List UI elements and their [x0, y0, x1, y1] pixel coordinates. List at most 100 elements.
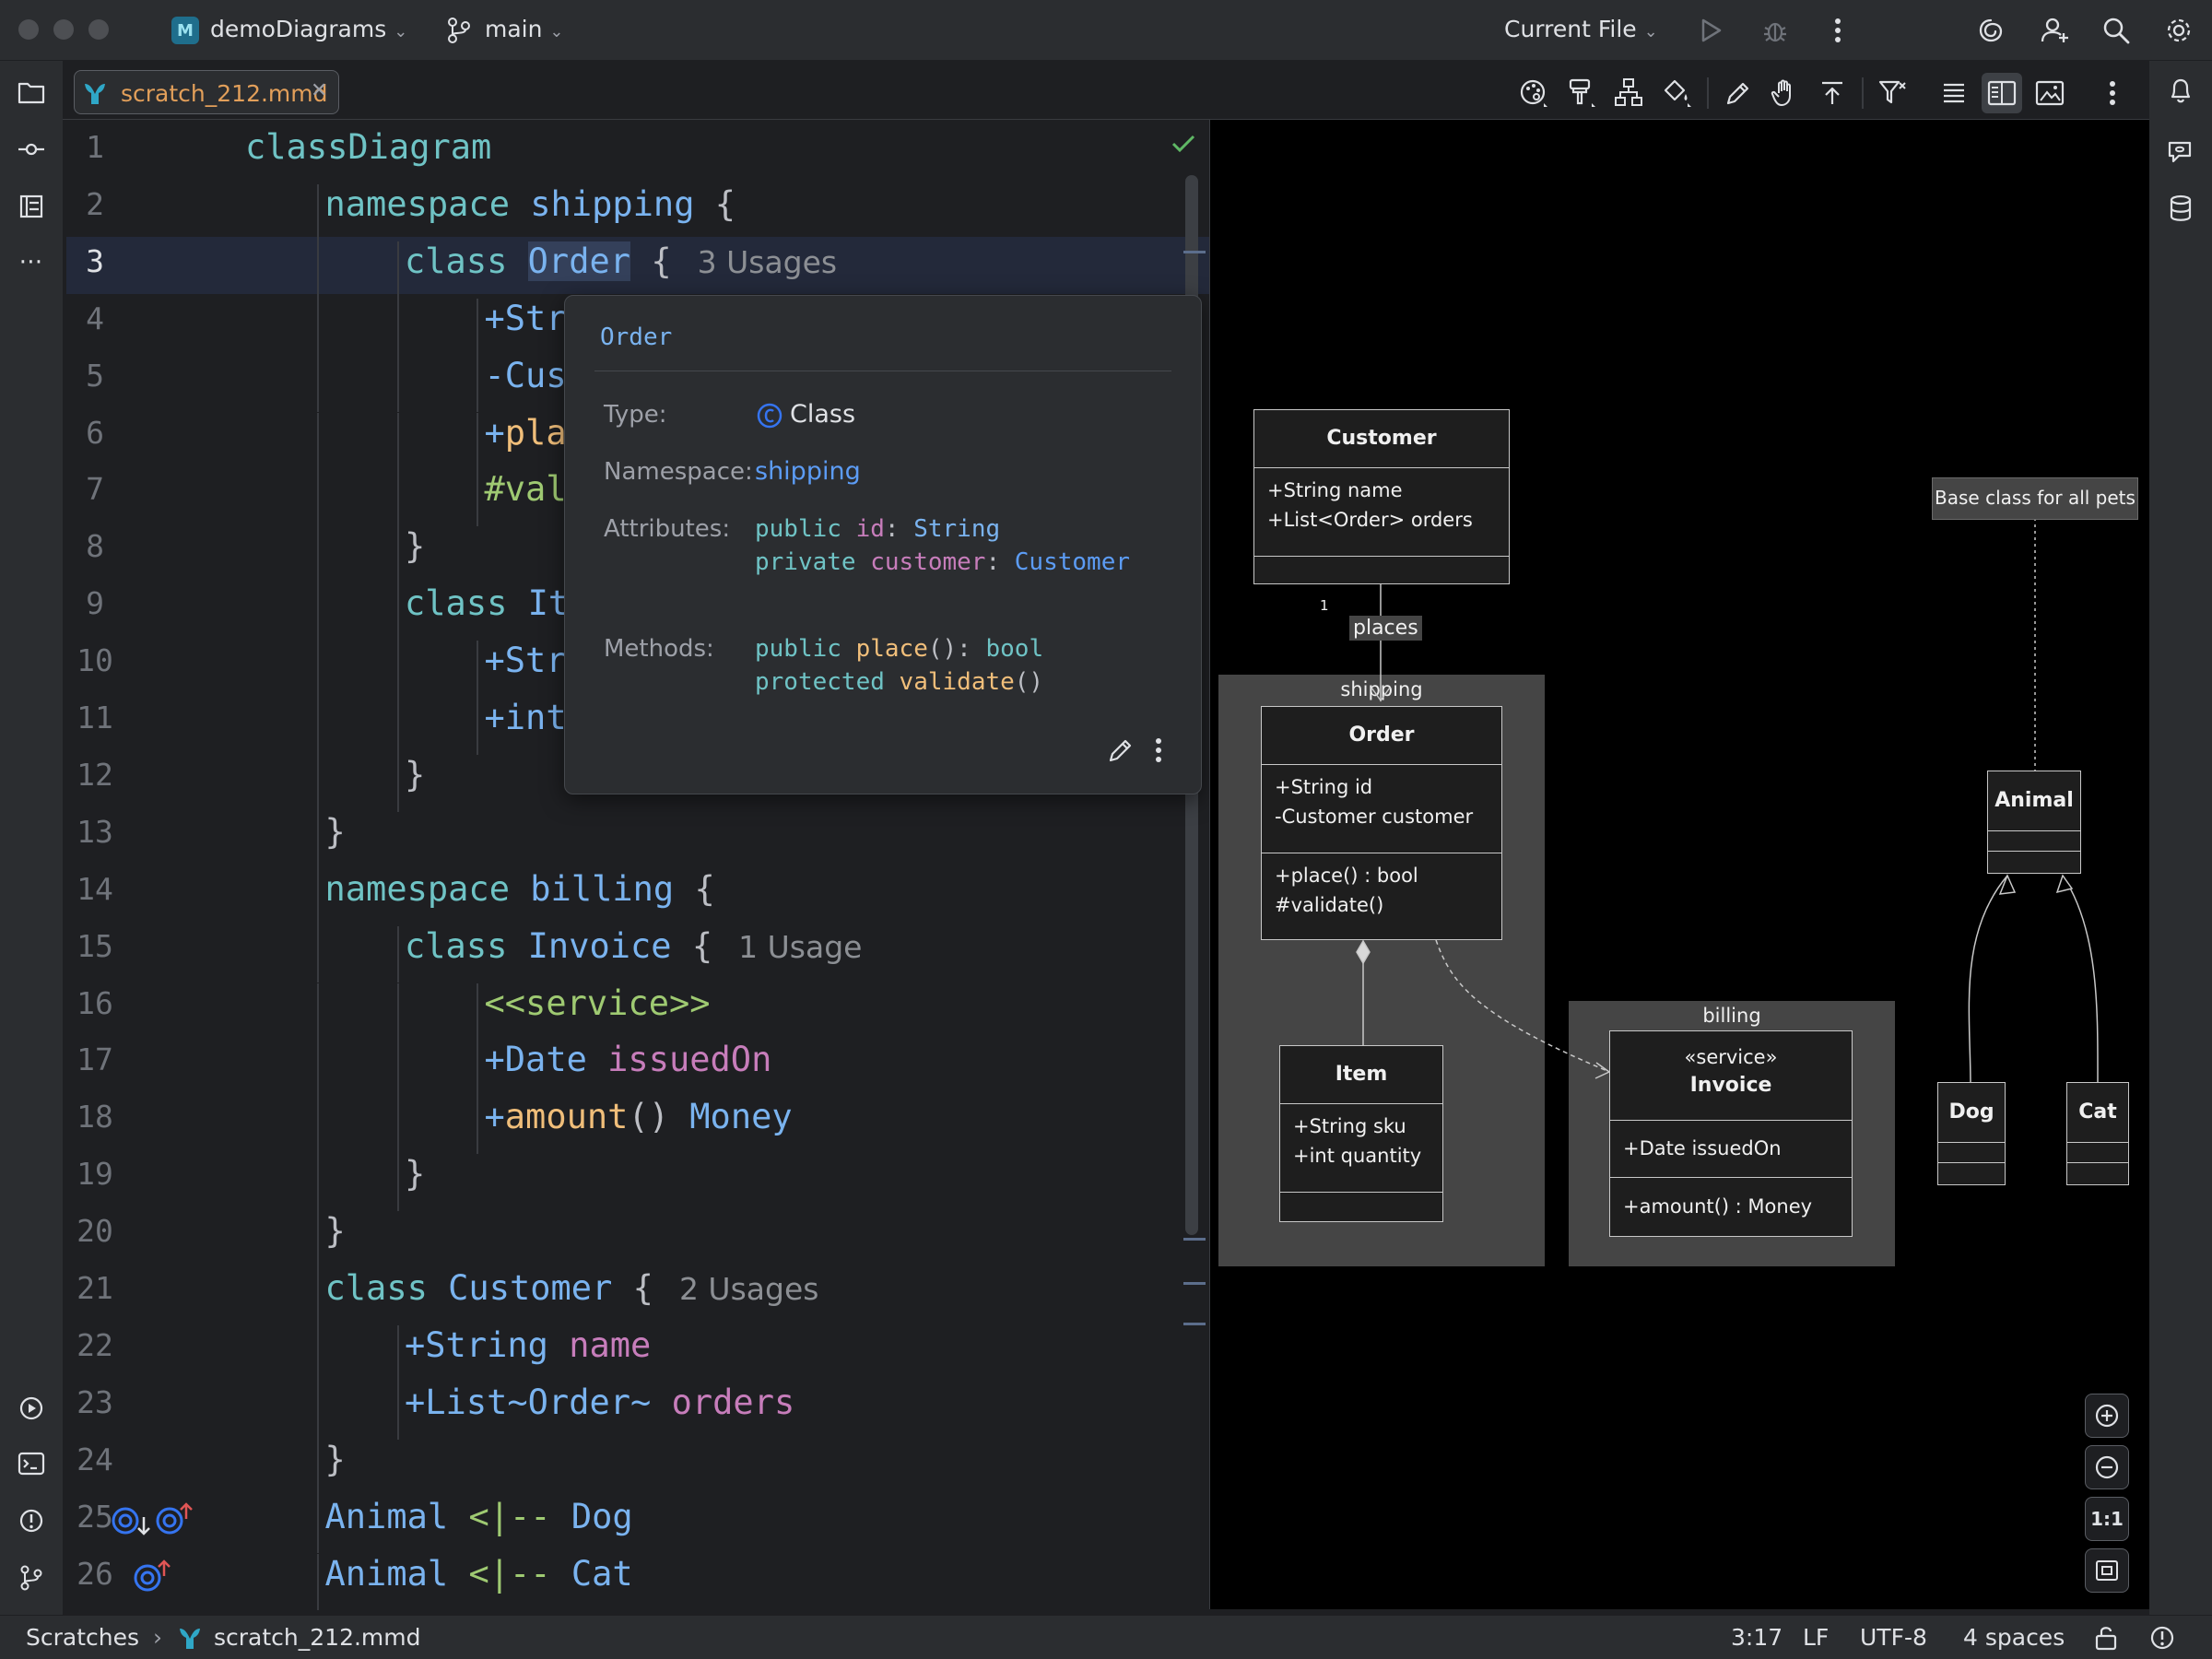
window-close-button[interactable]: [18, 19, 39, 40]
hand-pan-icon[interactable]: [1764, 73, 1805, 113]
breadcrumb-root[interactable]: Scratches: [26, 1624, 139, 1651]
tab-scratch-file[interactable]: scratch_212.mmd ✕: [74, 70, 339, 114]
edge-animal-dog: [1968, 875, 2008, 1085]
code-line[interactable]: +List~Order~ orders: [405, 1382, 794, 1422]
filter-icon[interactable]: [1873, 73, 1913, 113]
zoom-out-button[interactable]: [2085, 1445, 2129, 1489]
usages-hint[interactable]: 2 Usages: [679, 1271, 819, 1307]
add-user-icon[interactable]: [2037, 12, 2074, 49]
code-line[interactable]: }: [405, 526, 425, 566]
zoom-in-button[interactable]: [2085, 1394, 2129, 1438]
run-icon[interactable]: [1692, 12, 1729, 49]
code-line[interactable]: +Str: [485, 641, 567, 680]
indent-guide: [317, 811, 319, 869]
composition-diamond: [1356, 939, 1371, 965]
class-customer[interactable]: Customer +String name +List<Order> order…: [1253, 409, 1510, 584]
code-line[interactable]: namespace shipping {: [325, 184, 736, 224]
file-encoding[interactable]: UTF-8: [1860, 1624, 1927, 1651]
debug-icon[interactable]: [1757, 12, 1794, 49]
code-line[interactable]: +int: [485, 698, 567, 737]
code-line[interactable]: class Customer {2 Usages: [325, 1268, 819, 1308]
code-line[interactable]: +amount() Money: [485, 1097, 793, 1136]
notifications-bell-icon[interactable]: [2160, 70, 2201, 111]
code-line[interactable]: }: [405, 755, 425, 794]
branch-selector[interactable]: main ⌄: [485, 16, 564, 42]
export-icon[interactable]: [1812, 73, 1853, 113]
indent-guide: [317, 925, 319, 983]
code-line[interactable]: }: [325, 812, 346, 852]
inherit-arrow-cat: [2055, 874, 2074, 894]
namespace-link[interactable]: shipping: [755, 457, 861, 486]
caret-position[interactable]: 3:17: [1731, 1624, 1783, 1651]
pencil-icon[interactable]: [1718, 73, 1759, 113]
code-line[interactable]: -Cus: [485, 356, 567, 395]
code-line[interactable]: Animal <|-- Cat: [325, 1554, 633, 1594]
class-invoice[interactable]: «service» Invoice +Date issuedOn +amount…: [1609, 1030, 1853, 1237]
more-vertical-icon[interactable]: [2092, 73, 2133, 113]
note-animal[interactable]: Base class for all pets: [1932, 477, 2138, 520]
code-line[interactable]: <<service>>: [485, 983, 711, 1023]
implementing-up-icon[interactable]: [131, 1558, 175, 1594]
code-line[interactable]: +Str: [485, 299, 567, 338]
editor-only-icon[interactable]: [1934, 73, 1974, 113]
code-line[interactable]: class Order {3 Usages: [405, 241, 837, 281]
problems-indicator-icon[interactable]: [2149, 1625, 2175, 1651]
project-selector[interactable]: demoDiagrams ⌄: [210, 16, 407, 42]
edit-pencil-icon[interactable]: [1107, 736, 1135, 764]
code-line[interactable]: #val: [485, 469, 567, 509]
split-view-icon[interactable]: [1982, 73, 2022, 113]
more-vertical-icon[interactable]: [1819, 12, 1856, 49]
code-line[interactable]: +pla: [485, 413, 567, 453]
class-animal[interactable]: Animal: [1987, 771, 2081, 874]
usages-hint[interactable]: 3 Usages: [698, 244, 838, 280]
code-line[interactable]: }: [325, 1440, 346, 1479]
code-line[interactable]: Animal <|-- Dog: [325, 1497, 633, 1536]
right-tool-window-bar: [2149, 61, 2212, 1615]
breadcrumb-file[interactable]: scratch_212.mmd: [214, 1624, 421, 1651]
code-line[interactable]: class Invoice {1 Usage: [405, 926, 862, 966]
class-item-methods: [1280, 1192, 1442, 1219]
indent-setting[interactable]: 4 spaces: [1963, 1624, 2065, 1651]
multiplicity-label: 1: [1320, 597, 1329, 614]
ai-assistant-icon[interactable]: [1972, 12, 2009, 49]
window-zoom-button[interactable]: [88, 19, 109, 40]
code-line[interactable]: +String name: [405, 1325, 651, 1365]
database-icon[interactable]: [2160, 188, 2201, 229]
more-vertical-icon[interactable]: [1155, 736, 1162, 764]
theme-palette-icon[interactable]: [1513, 73, 1554, 113]
settings-gear-icon[interactable]: [2160, 12, 2197, 49]
implemented-down-icon[interactable]: [111, 1504, 155, 1541]
line-number: 24: [76, 1441, 113, 1477]
indent-guide: [317, 1553, 319, 1611]
code-line[interactable]: +Date issuedOn: [485, 1040, 772, 1079]
code-line[interactable]: }: [325, 1211, 346, 1251]
class-item[interactable]: Item +String sku +int quantity: [1279, 1045, 1443, 1222]
window-minimize-button[interactable]: [53, 19, 74, 40]
search-icon[interactable]: [2098, 12, 2135, 49]
indent-guide: [317, 1154, 319, 1212]
code-line[interactable]: }: [405, 1154, 425, 1194]
fill-bucket-icon[interactable]: [1657, 73, 1698, 113]
run-config-selector[interactable]: Current File ⌄: [1504, 16, 1658, 42]
code-line[interactable]: namespace billing {: [325, 869, 715, 909]
preview-only-icon[interactable]: [2030, 73, 2070, 113]
lock-icon[interactable]: [2094, 1625, 2118, 1651]
customer-type-link[interactable]: Customer: [1015, 548, 1130, 576]
class-cat[interactable]: Cat: [2066, 1082, 2129, 1185]
usages-hint[interactable]: 1 Usage: [738, 929, 862, 965]
layout-hierarchy-icon[interactable]: [1609, 73, 1650, 113]
ai-chat-icon[interactable]: [2160, 131, 2201, 171]
actual-size-button[interactable]: 1:1: [2085, 1497, 2129, 1541]
class-dog[interactable]: Dog: [1937, 1082, 2006, 1185]
line-separator[interactable]: LF: [1803, 1624, 1829, 1651]
project-folder-icon[interactable]: [11, 72, 52, 112]
code-line[interactable]: classDiagram: [245, 127, 491, 167]
implementing-up-icon[interactable]: [153, 1500, 197, 1537]
indent-guide: [317, 1268, 319, 1325]
class-order[interactable]: Order +String id -Customer customer +pla…: [1261, 706, 1502, 940]
attribute-customer: private customer: Customer: [755, 548, 1131, 576]
tab-close-icon[interactable]: ✕: [311, 79, 327, 102]
brush-icon[interactable]: [1561, 73, 1602, 113]
fit-to-screen-button[interactable]: [2085, 1548, 2129, 1593]
code-line[interactable]: class It: [405, 583, 569, 623]
